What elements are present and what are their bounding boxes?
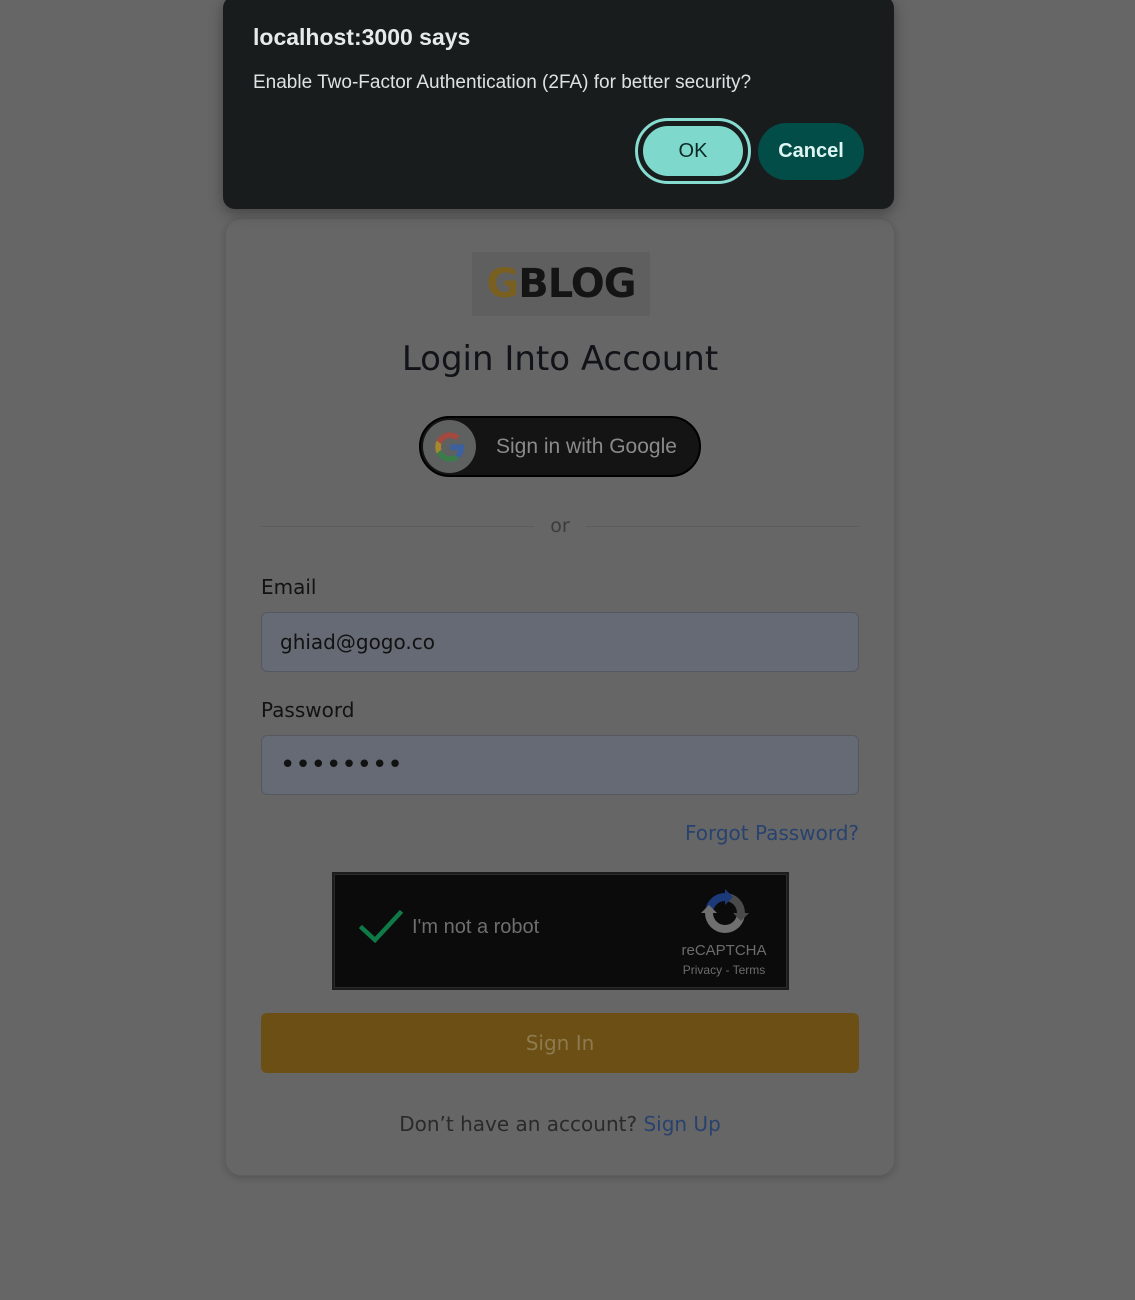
google-signin-button[interactable]: Sign in with Google [419,416,701,477]
recaptcha-privacy-link[interactable]: Privacy [683,963,722,977]
sign-up-link[interactable]: Sign Up [643,1112,720,1136]
sign-in-button[interactable]: Sign In [261,1013,859,1073]
recaptcha-link-separator: - [722,963,733,977]
password-field[interactable]: •••••••• [261,735,859,795]
email-field[interactable]: ghiad@gogo.co [261,612,859,672]
dialog-message: Enable Two-Factor Authentication (2FA) f… [253,72,752,93]
checkmark-icon [358,909,404,944]
google-signin-label: Sign in with Google [496,434,677,458]
gblog-logo: G BLOG [472,252,650,316]
logo-letter-g: G [486,261,519,307]
google-icon-circle [423,420,476,473]
google-g-icon [434,431,464,462]
logo-text: BLOG [518,261,636,307]
confirm-dialog: localhost:3000 says Enable Two-Factor Au… [223,0,894,209]
ok-button-label: OK [641,124,745,178]
recaptcha-label: I'm not a robot [412,916,540,938]
ok-button[interactable]: OK [635,118,751,184]
dialog-title: localhost:3000 says [253,24,471,50]
recaptcha-links: Privacy - Terms [674,963,774,977]
divider-line-right [585,525,859,527]
login-card: G BLOG Login Into Account Sign in with Go… [225,218,895,1176]
signup-prompt: Don’t have an account? [399,1112,638,1136]
recaptcha-terms-link[interactable]: Terms [733,963,766,977]
email-label: Email [261,575,317,599]
recaptcha-brand: reCAPTCHA [681,942,767,959]
password-label: Password [261,698,355,722]
forgot-password-link[interactable]: Forgot Password? [685,821,859,845]
recaptcha-widget: I'm not a robot reCAPTCHA Privacy - Term… [332,872,789,990]
signup-prompt-line: Don’t have an account? Sign Up [226,1112,894,1136]
password-value: •••••••• [280,750,403,780]
or-divider: or [261,512,859,540]
divider-line-left [261,525,535,527]
email-value: ghiad@gogo.co [280,630,435,654]
page-title: Login Into Account [401,339,719,379]
cancel-button[interactable]: Cancel [758,123,864,180]
recaptcha-logo-icon [701,889,749,933]
recaptcha-checkbox[interactable] [358,904,404,950]
divider-text: or [550,515,570,537]
